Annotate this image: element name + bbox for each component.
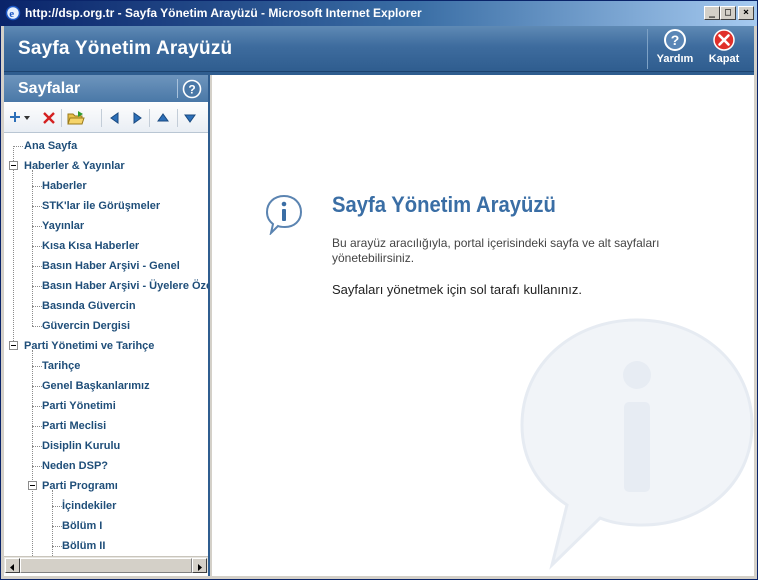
pages-panel: Sayfalar ? Ana Sayfa Haberler & Yayınlar… xyxy=(4,75,210,576)
tree-horizontal-scrollbar[interactable] xyxy=(4,556,208,573)
tree-item-kisa-kisa-haberler[interactable]: Kısa Kısa Haberler xyxy=(42,238,139,254)
tree-connector xyxy=(32,426,42,427)
svg-text:?: ? xyxy=(671,32,680,48)
move-up-icon[interactable] xyxy=(155,110,171,126)
tree-connector xyxy=(32,186,42,187)
pages-panel-header: Sayfalar ? xyxy=(4,75,208,102)
window-title: http://dsp.org.tr - Sayfa Yönetim Arayüz… xyxy=(25,6,422,20)
tree-item-yayinlar[interactable]: Yayınlar xyxy=(42,218,84,234)
tree-connector xyxy=(32,326,42,327)
maximize-button[interactable]: □ xyxy=(720,6,736,20)
toolbar-separator xyxy=(177,109,178,127)
collapse-toggle[interactable] xyxy=(9,161,18,170)
tree-connector xyxy=(32,266,42,267)
close-app-button[interactable]: Kapat xyxy=(701,28,747,70)
tree-connector xyxy=(32,170,33,326)
close-window-button[interactable]: × xyxy=(738,6,754,20)
tree-item-guvercin-dergisi[interactable]: Güvercin Dergisi xyxy=(42,318,130,334)
collapse-toggle[interactable] xyxy=(9,341,18,350)
info-watermark-icon xyxy=(520,318,754,570)
page-tree: Ana Sayfa Haberler & Yayınlar Haberler S… xyxy=(4,134,208,556)
scroll-thumb[interactable] xyxy=(20,558,192,573)
tree-item-parti-yonetimi[interactable]: Parti Yönetimi xyxy=(42,398,116,414)
tree-connector xyxy=(32,206,42,207)
collapse-toggle[interactable] xyxy=(28,481,37,490)
tree-item-parti-meclisi[interactable]: Parti Meclisi xyxy=(42,418,106,434)
welcome-description: Bu arayüz aracılığıyla, portal içerisind… xyxy=(332,236,660,265)
tree-item-disiplin-kurulu[interactable]: Disiplin Kurulu xyxy=(42,438,120,454)
tree-connector xyxy=(32,466,42,467)
tree-item-tarihce[interactable]: Tarihçe xyxy=(42,358,80,374)
panel-header-divider xyxy=(177,79,178,98)
tree-item-parti-programi[interactable]: Parti Programı xyxy=(42,478,118,494)
scroll-right-arrow-icon xyxy=(198,564,202,571)
browser-window: e http://dsp.org.tr - Sayfa Yönetim Aray… xyxy=(0,0,758,580)
close-label: Kapat xyxy=(708,53,740,65)
info-icon xyxy=(265,194,303,235)
tree-item-ana-sayfa[interactable]: Ana Sayfa xyxy=(24,138,77,154)
close-icon xyxy=(713,29,735,51)
tree-connector xyxy=(32,306,42,307)
open-folder-icon[interactable] xyxy=(67,110,85,126)
welcome-hint: Sayfaları yönetmek için sol tarafı kulla… xyxy=(332,282,583,297)
toolbar-separator xyxy=(101,109,102,127)
tree-item-neden-dsp[interactable]: Neden DSP? xyxy=(42,458,108,474)
tree-connector xyxy=(13,146,23,147)
tree-connector xyxy=(32,406,42,407)
tree-item-basinda-guvercin[interactable]: Basında Güvercin xyxy=(42,298,136,314)
tree-connector xyxy=(52,526,62,527)
move-left-icon[interactable] xyxy=(107,110,123,126)
minimize-button[interactable]: _ xyxy=(704,6,720,20)
tree-connector xyxy=(52,546,62,547)
tree-item-haberler-yayinlar[interactable]: Haberler & Yayınlar xyxy=(24,158,125,174)
delete-icon[interactable] xyxy=(41,110,57,126)
app-header: Sayfa Yönetim Arayüzü ? Yardım Kapat xyxy=(4,26,754,72)
tree-item-parti-yonetimi-tarihce[interactable]: Parti Yönetimi ve Tarihçe xyxy=(24,338,154,354)
tree-connector xyxy=(52,506,62,507)
tree-item-basin-arsivi-uyelere[interactable]: Basın Haber Arşivi - Üyelere Özel xyxy=(42,278,208,294)
app-title: Sayfa Yönetim Arayüzü xyxy=(18,38,233,59)
move-right-icon[interactable] xyxy=(129,110,145,126)
tree-item-haberler[interactable]: Haberler xyxy=(42,178,87,194)
tree-connector xyxy=(32,386,42,387)
pages-panel-title: Sayfalar xyxy=(18,80,81,97)
move-down-icon[interactable] xyxy=(182,110,198,126)
scroll-left-arrow-icon xyxy=(10,564,14,571)
tree-item-basin-arsivi-genel[interactable]: Basın Haber Arşivi - Genel xyxy=(42,258,180,274)
tree-item-genel-baskanlar[interactable]: Genel Başkanlarımız xyxy=(42,378,150,394)
tree-item-bolum-1[interactable]: Bölüm I xyxy=(62,518,102,534)
tree-connector xyxy=(32,226,42,227)
tree-item-icindekiler[interactable]: İçindekiler xyxy=(62,498,116,514)
scroll-left-button[interactable] xyxy=(5,558,20,573)
welcome-title: Sayfa Yönetim Arayüzü xyxy=(332,192,556,217)
title-bar[interactable]: e http://dsp.org.tr - Sayfa Yönetim Aray… xyxy=(1,1,757,26)
help-button[interactable]: ? Yardım xyxy=(652,28,698,70)
help-icon: ? xyxy=(664,29,686,51)
tree-item-stk-gorusmeler[interactable]: STK'lar ile Görüşmeler xyxy=(42,198,160,214)
tree-connector xyxy=(32,286,42,287)
add-icon[interactable] xyxy=(10,110,32,126)
tree-connector xyxy=(32,350,33,556)
help-label: Yardım xyxy=(656,53,694,65)
scroll-right-button[interactable] xyxy=(192,558,207,573)
pages-toolbar xyxy=(4,103,208,133)
tree-connector xyxy=(32,366,42,367)
tree-connector xyxy=(13,146,14,347)
panel-help-icon[interactable]: ? xyxy=(182,79,202,99)
content-area: Sayfa Yönetim Arayüzü Bu arayüz aracılığ… xyxy=(212,75,754,576)
header-divider xyxy=(647,29,648,69)
tree-connector xyxy=(32,246,42,247)
toolbar-separator xyxy=(149,109,150,127)
toolbar-separator xyxy=(61,109,62,127)
tree-item-bolum-2[interactable]: Bölüm II xyxy=(62,538,105,554)
tree-connector xyxy=(32,446,42,447)
internet-explorer-icon: e xyxy=(5,5,21,21)
svg-text:?: ? xyxy=(188,83,195,97)
svg-text:e: e xyxy=(9,8,14,20)
